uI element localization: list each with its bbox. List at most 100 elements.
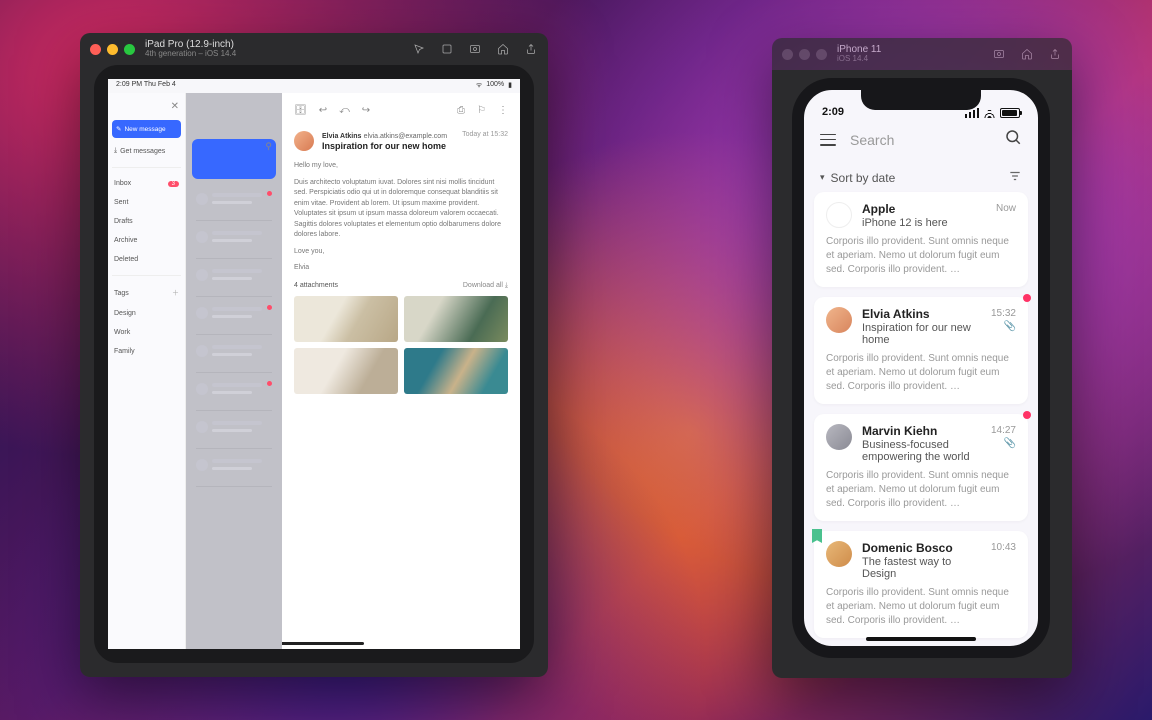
- reply-all-icon[interactable]: ⤺: [339, 105, 350, 116]
- search-icon[interactable]: [1004, 128, 1022, 151]
- sim-tool-share-icon[interactable]: [524, 42, 538, 56]
- filter-icon[interactable]: [1008, 169, 1022, 186]
- sim-tool-share-icon[interactable]: [1048, 47, 1062, 61]
- unread-dot-icon: [1023, 294, 1031, 302]
- drawer-item-archive[interactable]: Archive: [112, 234, 181, 247]
- message-avatar: [826, 541, 852, 567]
- mail-body: Hello my love, Duis architecto voluptatu…: [294, 161, 508, 274]
- ipad-status-bar: 2:09 PM Thu Feb 4 ᯤ 100% ▮: [108, 79, 520, 93]
- drawer-tag[interactable]: Family: [112, 345, 181, 358]
- mail-paragraph: Duis architecto voluptatum iuvat. Dolore…: [294, 178, 508, 241]
- forward-icon[interactable]: ↪: [362, 105, 370, 116]
- sort-button[interactable]: Sort by date: [831, 171, 896, 185]
- battery-icon: [1000, 108, 1020, 118]
- attachment-thumb[interactable]: [294, 296, 398, 342]
- drawer-tags-header: Tags ＋: [112, 285, 181, 301]
- close-window-icon[interactable]: [90, 44, 101, 55]
- mail-subject: Inspiration for our new home: [322, 141, 454, 151]
- message-item[interactable]: Elenor Bauch New job opportunities 9:18: [814, 648, 1028, 658]
- ipad-device-frame: 2:09 PM Thu Feb 4 ᯤ 100% ▮ ✕ ✎ New messa…: [94, 65, 534, 663]
- message-sender: Elvia Atkins: [862, 307, 981, 321]
- zoom-window-icon[interactable]: [816, 49, 827, 60]
- mail-list-item[interactable]: [192, 225, 276, 259]
- close-window-icon[interactable]: [782, 49, 793, 60]
- drawer-item-drafts[interactable]: Drafts: [112, 215, 181, 228]
- sim-tool-screenshot-icon[interactable]: [992, 47, 1006, 61]
- get-messages-button[interactable]: ⤓ Get messages: [112, 144, 181, 158]
- attachment-thumb[interactable]: [404, 348, 508, 394]
- mail-list-item[interactable]: [192, 377, 276, 411]
- message-item[interactable]: Domenic Bosco The fastest way to Design …: [814, 531, 1028, 638]
- attachments-count: 4 attachments: [294, 282, 338, 290]
- sender-email: elvia.atkins@example.com: [364, 133, 447, 140]
- add-tag-icon[interactable]: ＋: [172, 288, 179, 298]
- menu-icon[interactable]: [820, 134, 836, 146]
- iphone-status-time: 2:09: [822, 106, 844, 118]
- minimize-window-icon[interactable]: [107, 44, 118, 55]
- more-icon[interactable]: ⋮: [498, 105, 508, 116]
- pencil-icon: ✎: [116, 125, 121, 133]
- iphone-app-header: Search: [804, 120, 1038, 159]
- drawer-item-deleted[interactable]: Deleted: [112, 253, 181, 266]
- download-all-button[interactable]: Download all ⤓: [463, 282, 508, 290]
- tag-label: Work: [114, 329, 130, 336]
- search-input[interactable]: Search: [850, 132, 990, 148]
- message-preview: Corporis illo provident. Sunt omnis nequ…: [826, 235, 1016, 277]
- ipad-sim-titlebar[interactable]: iPad Pro (12.9-inch) 4th generation – iO…: [80, 33, 548, 65]
- drawer-item-label: Deleted: [114, 256, 138, 263]
- iphone-home-indicator[interactable]: [866, 637, 976, 641]
- message-subject: The fastest way to Design: [862, 556, 981, 580]
- drawer-tag[interactable]: Work: [112, 326, 181, 339]
- chevron-down-icon[interactable]: ▾: [820, 172, 825, 183]
- divider: [112, 167, 181, 168]
- mail-list-item-selected[interactable]: [192, 139, 276, 179]
- sim-tool-record-icon[interactable]: [468, 42, 482, 56]
- attachment-icon: 📎: [991, 320, 1016, 333]
- drawer-tag[interactable]: Design: [112, 307, 181, 320]
- mail-list-item[interactable]: [192, 187, 276, 221]
- sim-tool-home-icon[interactable]: [496, 42, 510, 56]
- window-traffic-lights[interactable]: [782, 49, 827, 60]
- flag-icon: [812, 646, 822, 658]
- mail-detail-pane: 🗄 ↩ ⤺ ↪ ⎙ ⚐ ⋮: [282, 93, 520, 649]
- message-item[interactable]: Apple iPhone 12 is here Now Corporis ill…: [814, 192, 1028, 287]
- unread-dot-icon: [1023, 645, 1031, 653]
- sim-device-title: iPad Pro (12.9-inch) 4th generation – iO…: [145, 39, 236, 59]
- ipad-wifi-icon: ᯤ: [476, 81, 482, 93]
- sim-device-title: iPhone 11 iOS 14.4: [837, 44, 881, 64]
- get-messages-label: Get messages: [120, 148, 165, 155]
- bookmark-icon[interactable]: ⚐: [477, 105, 486, 116]
- sim-tool-pointer-icon[interactable]: [412, 42, 426, 56]
- drawer-item-inbox[interactable]: Inbox 3: [112, 177, 181, 190]
- drawer-item-sent[interactable]: Sent: [112, 196, 181, 209]
- mail-list-item[interactable]: [192, 339, 276, 373]
- attachment-thumb[interactable]: [294, 348, 398, 394]
- mail-list-item[interactable]: [192, 263, 276, 297]
- zoom-window-icon[interactable]: [124, 44, 135, 55]
- drawer-close-icon[interactable]: ✕: [169, 99, 181, 114]
- mail-list-item[interactable]: [192, 453, 276, 487]
- mail-list-column: ⚲: [186, 93, 282, 649]
- message-item[interactable]: Marvin Kiehn Business-focused empowering…: [814, 414, 1028, 521]
- print-icon[interactable]: ⎙: [457, 105, 465, 116]
- attachment-thumb[interactable]: [404, 296, 508, 342]
- sim-tool-home-icon[interactable]: [1020, 47, 1034, 61]
- mail-list-item[interactable]: [192, 301, 276, 335]
- archive-icon[interactable]: 🗄: [294, 105, 307, 116]
- sim-tool-screenshot-icon[interactable]: [440, 42, 454, 56]
- iphone-sim-titlebar[interactable]: iPhone 11 iOS 14.4: [772, 38, 1072, 70]
- divider: [112, 275, 181, 276]
- mail-list-item[interactable]: [192, 415, 276, 449]
- message-preview: Corporis illo provident. Sunt omnis nequ…: [826, 586, 1016, 628]
- window-traffic-lights[interactable]: [90, 44, 135, 55]
- new-message-button[interactable]: ✎ New message: [112, 120, 181, 138]
- minimize-window-icon[interactable]: [799, 49, 810, 60]
- reply-icon[interactable]: ↩: [319, 105, 327, 116]
- message-list[interactable]: Apple iPhone 12 is here Now Corporis ill…: [804, 192, 1038, 658]
- sim-device-subtitle: 4th generation – iOS 14.4: [145, 50, 236, 59]
- ipad-battery-label: 100%: [486, 81, 504, 93]
- mail-drawer: ✕ ✎ New message ⤓ Get messages Inbox 3: [108, 93, 186, 649]
- message-item[interactable]: Elvia Atkins Inspiration for our new hom…: [814, 297, 1028, 404]
- filter-icon[interactable]: ⚲: [265, 141, 272, 152]
- unread-dot-icon: [1023, 411, 1031, 419]
